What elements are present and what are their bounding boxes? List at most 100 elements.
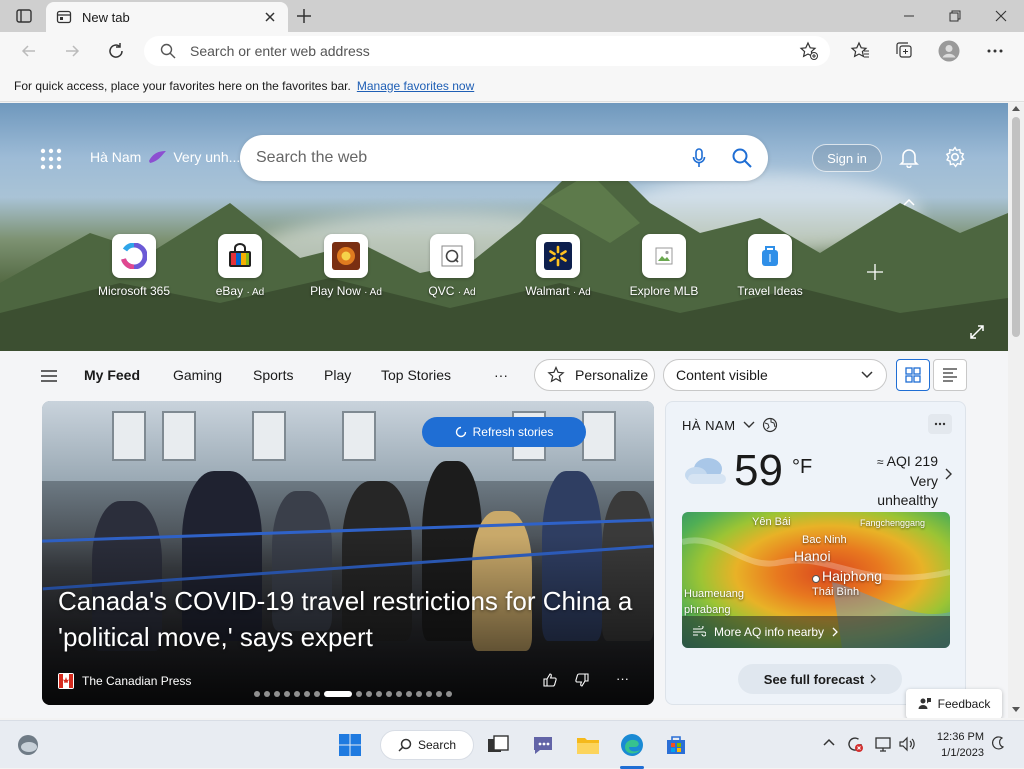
quick-link-microsoft-365[interactable]: Microsoft 365 <box>84 234 184 298</box>
scrollbar-thumb[interactable] <box>1012 117 1020 337</box>
tab-gaming[interactable]: Gaming <box>173 367 222 383</box>
personalize-button[interactable]: Personalize <box>534 359 655 391</box>
notifications-icon[interactable] <box>898 146 920 168</box>
close-window-icon[interactable] <box>978 0 1024 32</box>
location-name: Hà Nam <box>90 149 142 165</box>
web-search-box[interactable]: Search the web <box>240 135 768 181</box>
quick-link-walmart[interactable]: Walmart · Ad <box>508 234 608 298</box>
show-hidden-icons-icon[interactable] <box>822 737 846 761</box>
tab-title: New tab <box>82 9 130 25</box>
quick-link-travel-ideas[interactable]: Travel Ideas <box>720 234 820 298</box>
top-story-card[interactable]: Refresh stories Canada's COVID-19 travel… <box>42 401 654 705</box>
page-settings-icon[interactable] <box>944 146 966 168</box>
ad-badge: · Ad <box>572 287 591 298</box>
manage-favorites-link[interactable]: Manage favorites now <box>357 79 474 93</box>
active-tab[interactable]: New tab <box>46 2 288 32</box>
dislike-icon[interactable] <box>575 673 589 687</box>
taskbar-search-button[interactable]: Search <box>380 730 474 760</box>
minimize-icon[interactable] <box>886 0 932 32</box>
map-label: Huameuang <box>684 588 744 600</box>
scroll-up-icon[interactable] <box>1012 105 1020 111</box>
microphone-icon[interactable] <box>692 148 706 168</box>
weather-unit[interactable]: °F <box>792 456 812 479</box>
carousel-pagination[interactable] <box>254 691 452 697</box>
restore-icon[interactable] <box>932 0 978 32</box>
story-source[interactable]: The Canadian Press <box>58 673 191 689</box>
back-icon[interactable] <box>18 40 40 62</box>
story-more-options[interactable]: ··· <box>616 671 629 686</box>
edge-browser-icon[interactable] <box>620 733 644 757</box>
tab-sports[interactable]: Sports <box>253 367 293 383</box>
settings-more-icon[interactable] <box>984 40 1006 62</box>
see-full-forecast-button[interactable]: See full forecast <box>738 664 902 694</box>
start-icon[interactable] <box>338 733 362 757</box>
suitcase-icon <box>748 234 792 278</box>
feedback-button[interactable]: Feedback <box>906 689 1002 718</box>
tab-play[interactable]: Play <box>324 367 351 383</box>
location-weather-chip[interactable]: Hà Nam Very unh... <box>90 149 240 165</box>
network-icon[interactable] <box>874 735 898 759</box>
sync-error-icon[interactable] <box>846 735 870 759</box>
scroll-down-icon[interactable] <box>1012 707 1020 713</box>
feed-menu-icon[interactable] <box>40 369 58 383</box>
favorites-bar: For quick access, place your favorites h… <box>0 70 1024 102</box>
address-bar[interactable]: Search or enter web address <box>144 36 830 66</box>
like-icon[interactable] <box>543 673 557 687</box>
refresh-icon[interactable] <box>105 40 127 62</box>
collapse-chevron-icon[interactable] <box>902 197 916 207</box>
chevron-right-icon <box>870 674 877 684</box>
volume-icon[interactable] <box>898 735 922 759</box>
collections-icon[interactable] <box>893 40 915 62</box>
air-quality-map[interactable]: Yên Bái Bac Ninh Fangchenggang Hanoi Hai… <box>682 512 950 648</box>
microsoft-365-icon <box>112 234 156 278</box>
clock-date: 1/1/2023 <box>941 747 984 759</box>
microsoft-store-icon[interactable] <box>664 733 688 757</box>
more-tabs-button[interactable]: ··· <box>494 367 508 383</box>
list-layout-button[interactable] <box>933 359 967 391</box>
chevron-right-icon[interactable] <box>944 468 952 480</box>
tab-actions-icon[interactable] <box>10 6 38 26</box>
quick-link-explore-mlb[interactable]: Explore MLB <box>614 234 714 298</box>
close-tab-icon[interactable] <box>262 9 278 25</box>
ad-badge: · Ad <box>364 287 382 298</box>
favorites-icon[interactable] <box>849 40 871 62</box>
ebay-bag-icon <box>218 234 262 278</box>
add-quick-link-icon[interactable] <box>866 263 884 281</box>
web-search-placeholder: Search the web <box>256 149 368 166</box>
map-label: Fangchenggang <box>860 518 926 528</box>
notification-center-icon[interactable] <box>990 735 1014 759</box>
feed-navigation: My Feed Gaming Sports Play Top Stories ·… <box>0 351 1008 401</box>
sign-in-button[interactable]: Sign in <box>812 144 882 172</box>
refresh-stories-button[interactable]: Refresh stories <box>422 417 586 447</box>
qvc-icon <box>430 234 474 278</box>
expand-background-icon[interactable] <box>970 325 984 339</box>
teams-chat-icon[interactable] <box>531 733 555 757</box>
new-tab-button[interactable] <box>294 6 316 26</box>
quick-link-ebay[interactable]: eBay · Ad <box>190 234 290 298</box>
more-aq-info-label: More AQ info nearby <box>714 625 825 639</box>
weather-card[interactable]: HÀ NAM 59 °F ≈ AQI 219 Very unhealthy Yê… <box>665 401 966 705</box>
more-aq-info-link[interactable]: More AQ info nearby <box>682 616 950 648</box>
apps-launcher-icon[interactable] <box>40 148 64 172</box>
profile-avatar[interactable] <box>938 40 960 62</box>
weather-more-options-icon[interactable] <box>928 414 952 434</box>
system-clock[interactable]: 12:36 PM 1/1/2023 <box>930 729 984 761</box>
content-visibility-value: Content visible <box>676 367 768 383</box>
tab-top-stories[interactable]: Top Stories <box>381 367 451 383</box>
weather-location-name: HÀ NAM <box>682 417 736 433</box>
forward-icon[interactable] <box>61 40 83 62</box>
page-scrollbar[interactable] <box>1008 103 1024 718</box>
air-quality-summary[interactable]: ≈ AQI 219 Very unhealthy <box>846 452 938 510</box>
weather-location[interactable]: HÀ NAM <box>682 417 778 433</box>
file-explorer-icon[interactable] <box>576 733 600 757</box>
weather-widget-icon[interactable] <box>16 733 40 757</box>
grid-layout-button[interactable] <box>896 359 930 391</box>
story-headline[interactable]: Canada's COVID-19 travel restrictions fo… <box>58 583 638 655</box>
content-visibility-dropdown[interactable]: Content visible <box>663 359 887 391</box>
quick-link-qvc[interactable]: QVC · Ad <box>402 234 502 298</box>
add-favorite-icon[interactable] <box>798 40 820 62</box>
search-submit-icon[interactable] <box>732 148 752 168</box>
quick-link-play-now[interactable]: Play Now · Ad <box>296 234 396 298</box>
tab-my-feed[interactable]: My Feed <box>84 367 140 383</box>
task-view-icon[interactable] <box>486 733 510 757</box>
